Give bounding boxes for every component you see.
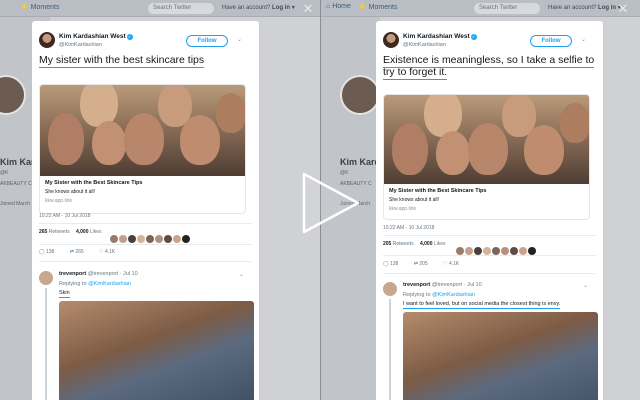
twitter-topbar: ⌂ Home ⚡ Moments Search Twitter Have an … [320, 0, 640, 17]
reply-icon[interactable]: ◯ 138 [383, 261, 398, 267]
like-total[interactable]: 4,000 [420, 241, 433, 247]
play-icon[interactable] [302, 172, 360, 234]
home-nav[interactable]: ⌂ Home [326, 3, 351, 10]
reply-author[interactable]: trevenport @trevenport · Jul 10 [59, 271, 138, 277]
likers-avatars[interactable] [456, 242, 537, 255]
tweet-text: Existence is meaningless, so I take a se… [383, 54, 599, 80]
retweet-icon[interactable]: ⇄ 265 [70, 249, 84, 255]
tweet-timestamp[interactable]: 10:22 AM - 10 Jul 2018 [39, 213, 90, 219]
chevron-down-icon[interactable]: ⌄ [239, 271, 244, 278]
like-icon[interactable]: ♡ 4.1K [99, 249, 115, 255]
tweet-modal: Kim Kardashian West ✓ @KimKardashian Foll… [32, 21, 259, 400]
panel-original: ⚡ Moments Search Twitter Have an account… [0, 0, 320, 400]
retweet-total[interactable]: 205 [383, 241, 391, 247]
follow-button[interactable]: Follow [530, 35, 572, 47]
link-card-url: kkw.app.link [45, 198, 72, 204]
likers-avatars[interactable] [110, 230, 191, 243]
tweet-actions: ◯ 138 ⇄ 205 ♡ 4.1K [383, 261, 473, 267]
chevron-down-icon[interactable]: ⌄ [583, 282, 588, 289]
tweet-text-highlight: Existence is meaningless, so I take a se… [383, 54, 595, 80]
account-prompt[interactable]: Have an account? Log in ▾ [222, 4, 295, 11]
reply-avatar[interactable] [383, 282, 397, 296]
chevron-down-icon[interactable]: ⌄ [237, 36, 242, 43]
author-handle[interactable]: @KimKardashian [403, 42, 446, 48]
link-card-title: My Sister with the Best Skincare Tips [45, 180, 143, 186]
replying-to: Replying to @KimKardashian [403, 292, 475, 298]
reply-author[interactable]: trevenport @trevenport · Jul 10 [403, 282, 482, 288]
background-joined: Joined March [0, 201, 31, 207]
search-input[interactable]: Search Twitter [148, 3, 214, 14]
author-avatar[interactable] [383, 32, 399, 48]
link-card-image [40, 85, 245, 176]
reply-text: Skin [59, 290, 70, 298]
panel-modified: ⌂ Home ⚡ Moments Search Twitter Have an … [320, 0, 640, 400]
background-avatar [340, 75, 380, 115]
reply-image[interactable] [59, 301, 254, 400]
author-avatar[interactable] [39, 32, 55, 48]
reply-avatar[interactable] [39, 271, 53, 285]
tweet-text: My sister with the best skincare tips [39, 54, 255, 68]
follow-button[interactable]: Follow [186, 35, 228, 47]
close-icon[interactable]: ✕ [301, 2, 315, 16]
reply-icon[interactable]: ◯ 138 [39, 249, 54, 255]
search-input[interactable]: Search Twitter [474, 3, 540, 14]
divider [39, 261, 252, 262]
divider [383, 273, 596, 274]
divider [383, 255, 596, 256]
moments-nav[interactable]: ⚡ Moments [358, 3, 397, 11]
twitter-topbar: ⚡ Moments Search Twitter Have an account… [0, 0, 320, 17]
link-card-url: kkw.app.link [389, 206, 416, 212]
thread-line [389, 299, 391, 400]
verified-icon: ✓ [126, 34, 133, 40]
author-name[interactable]: Kim Kardashian West ✓ [59, 33, 133, 40]
replying-to: Replying to @KimKardashian [59, 281, 131, 287]
tweet-modal: Kim Kardashian West ✓ @KimKardashian Foll… [376, 21, 603, 400]
link-card-image [384, 95, 589, 184]
reply-text: I want to feel loved, but on social medi… [403, 301, 561, 309]
author-name[interactable]: Kim Kardashian West ✓ [403, 33, 477, 40]
tweet-actions: ◯ 138 ⇄ 265 ♡ 4.1K [39, 249, 129, 255]
background-bio: AKBEAUTY C [0, 181, 32, 187]
divider [39, 223, 252, 224]
like-icon[interactable]: ♡ 4.1K [443, 261, 459, 267]
link-card-description: She knows about it all! [389, 197, 440, 203]
tweet-timestamp[interactable]: 10:22 AM - 10 Jul 2018 [383, 225, 434, 231]
close-icon[interactable]: ✕ [616, 2, 630, 16]
verified-icon: ✓ [470, 34, 477, 40]
divider [383, 235, 596, 236]
engagement-stats: 205 Retweets 4,000 Likes [383, 241, 446, 247]
like-total[interactable]: 4,000 [76, 229, 89, 235]
reply-image[interactable] [403, 312, 598, 400]
author-handle[interactable]: @KimKardashian [59, 42, 102, 48]
tweet-text-highlight: My sister with the best skincare tips [39, 54, 205, 68]
divider [39, 244, 252, 245]
moments-nav[interactable]: ⚡ Moments [20, 3, 59, 11]
background-handle: @K [0, 170, 9, 176]
link-card[interactable]: My Sister with the Best Skincare Tips Sh… [383, 94, 590, 220]
chevron-down-icon[interactable]: ⌄ [581, 36, 586, 43]
link-card[interactable]: My Sister with the Best Skincare Tips Sh… [39, 84, 246, 214]
retweet-total[interactable]: 265 [39, 229, 47, 235]
thread-line [45, 288, 47, 400]
account-prompt[interactable]: Have an account? Log in ▾ [548, 4, 621, 11]
link-card-title: My Sister with the Best Skincare Tips [389, 188, 487, 194]
engagement-stats: 265 Retweets 4,000 Likes [39, 229, 102, 235]
retweet-icon[interactable]: ⇄ 205 [414, 261, 428, 267]
link-card-description: She knows about it all! [45, 189, 96, 195]
